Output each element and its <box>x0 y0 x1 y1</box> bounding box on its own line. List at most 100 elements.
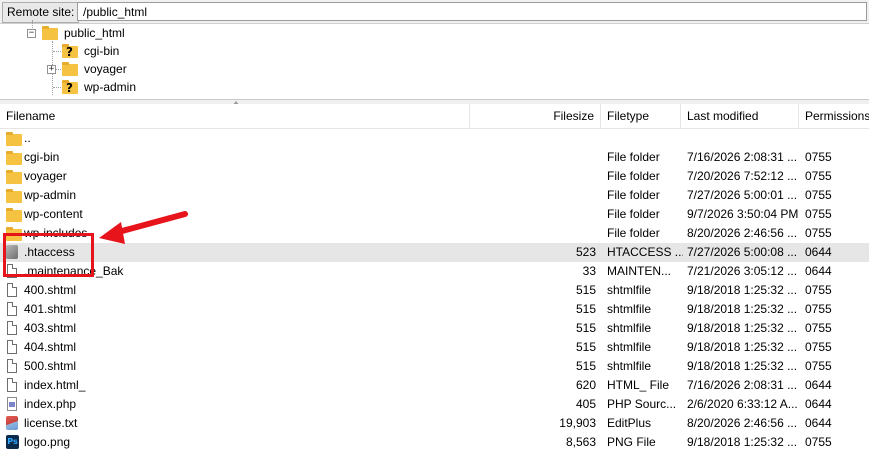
file-last-modified: 8/20/2026 2:46:56 ... <box>687 226 798 240</box>
file-permissions: 0755 <box>805 435 832 449</box>
file-type: PHP Sourc... <box>607 397 677 411</box>
file-type: PNG File <box>607 435 656 449</box>
file-row[interactable]: Ps logo.png 8,563 PNG File 9/18/2018 1:25:32… <box>0 433 869 452</box>
folder-icon <box>42 26 58 40</box>
file-icon <box>7 302 17 316</box>
file-row[interactable]: index.html_ 620 HTML_ File 7/16/2026 2:08:3… <box>0 376 869 395</box>
file-last-modified: 7/21/2026 3:05:12 ... <box>687 264 798 278</box>
file-size: 8,563 <box>565 435 596 449</box>
file-last-modified: 7/27/2026 5:00:01 ... <box>687 188 798 202</box>
folder-icon <box>6 170 22 184</box>
file-row[interactable]: .maintenance_Bak 33 MAINTEN... 7/21/2026 3:… <box>0 262 869 281</box>
file-permissions: 0755 <box>805 207 832 221</box>
file-name: wp-admin <box>24 188 77 202</box>
unknown-folder-icon <box>62 43 78 61</box>
expand-icon[interactable]: + <box>47 65 56 74</box>
file-permissions: 0644 <box>805 397 832 411</box>
file-row[interactable]: cgi-bin File folder 7/16/2026 2:08:31 ... 0… <box>0 148 869 167</box>
tree-item-voyager[interactable]: voyager <box>62 60 262 78</box>
file-type: File folder <box>607 188 660 202</box>
column-filetype[interactable]: Filetype <box>601 104 681 129</box>
file-name: .maintenance_Bak <box>24 264 124 278</box>
file-type: shtmlfile <box>607 359 652 373</box>
folder-icon <box>62 62 78 76</box>
file-row[interactable]: index.php 405 PHP Sourc... 2/6/2020 6:33:12… <box>0 395 869 414</box>
file-last-modified: 9/18/2018 1:25:32 ... <box>687 340 798 354</box>
file-row[interactable]: wp-admin File folder 7/27/2026 5:00:01 ...… <box>0 186 869 205</box>
file-name: index.html_ <box>24 378 86 392</box>
file-type: File folder <box>607 207 660 221</box>
file-permissions: 0755 <box>805 226 832 240</box>
file-type: File folder <box>607 226 660 240</box>
file-last-modified: 9/18/2018 1:25:32 ... <box>687 359 798 373</box>
file-last-modified: 7/16/2026 2:08:31 ... <box>687 150 798 164</box>
file-name: index.php <box>24 397 77 411</box>
file-size <box>470 186 596 205</box>
remote-file-list: .. cgi-bin File folder 7/16/2026 2:08:31 ..… <box>0 129 869 453</box>
tree-item-public-html[interactable]: public_html <box>42 24 242 42</box>
file-icon <box>7 340 17 354</box>
file-permissions: 0755 <box>805 359 832 373</box>
file-name: wp-includes <box>24 226 88 240</box>
file-last-modified: 8/20/2026 2:46:56 ... <box>687 416 798 430</box>
file-type: File folder <box>607 150 660 164</box>
file-name: wp-content <box>24 207 83 221</box>
file-type: EditPlus <box>607 416 652 430</box>
file-name: 404.shtml <box>24 340 77 354</box>
file-row[interactable]: .. <box>0 129 869 148</box>
file-name: 401.shtml <box>24 302 77 316</box>
file-icon <box>7 378 17 392</box>
file-row[interactable]: wp-content File folder 9/7/2026 3:50:04 PM… <box>0 205 869 224</box>
file-type: shtmlfile <box>607 302 652 316</box>
column-filename[interactable]: Filename <box>0 104 470 129</box>
directory-tree: − public_html cgi-bin + voyager wp-admin <box>0 20 869 100</box>
file-last-modified: 7/27/2026 5:00:08 ... <box>687 245 798 259</box>
file-size <box>470 129 596 148</box>
file-permissions: 0755 <box>805 150 832 164</box>
file-row[interactable]: 404.shtml 515 shtmlfile 9/18/2018 1:25:32 .… <box>0 338 869 357</box>
file-size <box>470 167 596 186</box>
remote-site-bar: Remote site: <box>0 0 869 24</box>
tree-item-label: wp-admin <box>84 80 137 94</box>
remote-path-input[interactable] <box>77 2 867 21</box>
gear-file-icon <box>6 245 18 259</box>
column-filesize[interactable]: Filesize <box>470 104 601 129</box>
file-size: 515 <box>575 302 596 316</box>
file-row[interactable]: license.txt 19,903 EditPlus 8/20/2026 2:46:… <box>0 414 869 433</box>
file-row[interactable]: .htaccess 523 HTACCESS ... 7/27/2026 5:00:0… <box>0 243 869 262</box>
file-last-modified: 7/16/2026 2:08:31 ... <box>687 378 798 392</box>
file-row[interactable]: 401.shtml 515 shtmlfile 9/18/2018 1:25:32 .… <box>0 300 869 319</box>
file-size <box>470 224 596 243</box>
column-last-modified[interactable]: Last modified <box>681 104 799 129</box>
file-type: shtmlfile <box>607 283 652 297</box>
file-row[interactable]: voyager File folder 7/20/2026 7:52:12 ... 0… <box>0 167 869 186</box>
folder-icon <box>6 151 22 165</box>
folder-icon <box>6 189 22 203</box>
file-last-modified: 9/18/2018 1:25:32 ... <box>687 302 798 316</box>
folder-icon <box>6 208 22 222</box>
file-row[interactable]: 500.shtml 515 shtmlfile 9/18/2018 1:25:32 .… <box>0 357 869 376</box>
file-permissions: 0755 <box>805 340 832 354</box>
folder-icon <box>6 227 22 241</box>
collapse-icon[interactable]: − <box>27 29 36 38</box>
tree-item-cgi-bin[interactable]: cgi-bin <box>62 42 262 61</box>
tree-item-wp-admin[interactable]: wp-admin <box>62 78 262 97</box>
file-row[interactable]: 400.shtml 515 shtmlfile 9/18/2018 1:25:32 .… <box>0 281 869 300</box>
file-permissions: 0644 <box>805 416 832 430</box>
file-row[interactable]: 403.shtml 515 shtmlfile 9/18/2018 1:25:32 .… <box>0 319 869 338</box>
file-name: license.txt <box>24 416 78 430</box>
tree-item-label: voyager <box>84 62 127 76</box>
file-size: 515 <box>575 283 596 297</box>
file-icon <box>7 264 17 278</box>
tree-item-label: cgi-bin <box>84 44 120 58</box>
unknown-folder-icon <box>62 79 78 97</box>
file-row[interactable]: wp-includes File folder 8/20/2026 2:46:56 … <box>0 224 869 243</box>
file-size <box>470 205 596 224</box>
tree-item-label: public_html <box>64 26 125 40</box>
file-last-modified: 2/6/2020 6:33:12 A... <box>687 397 798 411</box>
file-size: 405 <box>575 397 596 411</box>
file-type: shtmlfile <box>607 321 652 335</box>
file-name: cgi-bin <box>24 150 60 164</box>
column-permissions[interactable]: Permissions <box>799 104 869 129</box>
file-permissions: 0644 <box>805 264 832 278</box>
